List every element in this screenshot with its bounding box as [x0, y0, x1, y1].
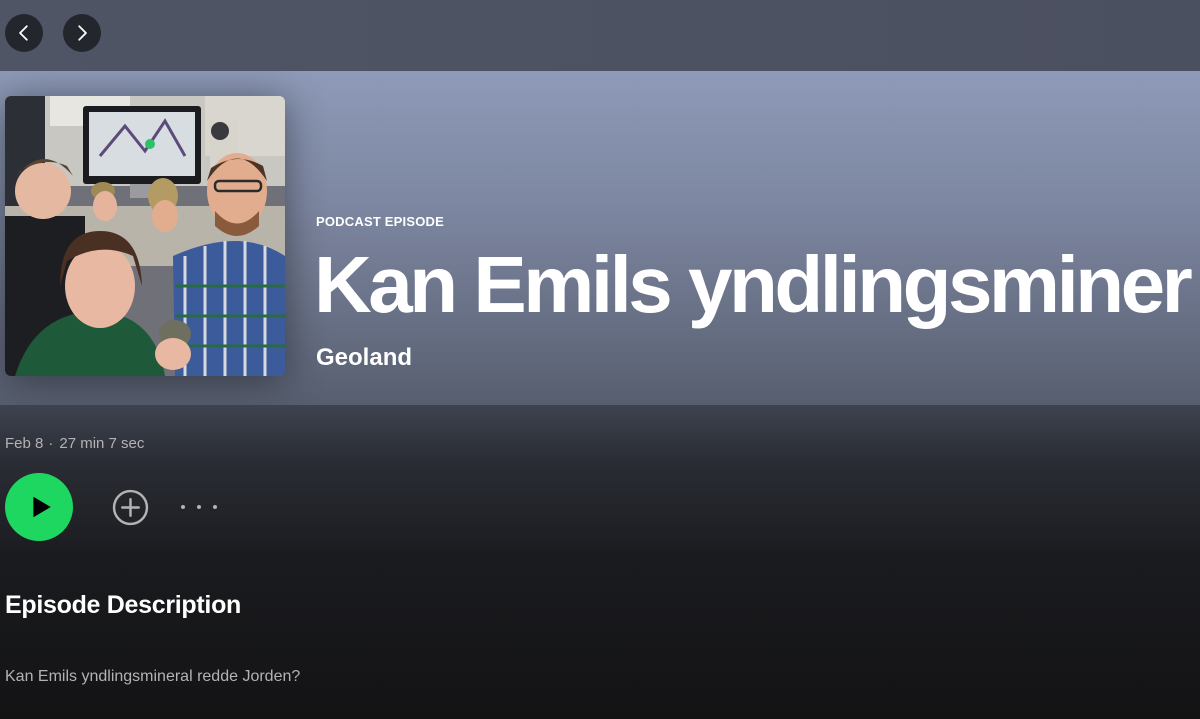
episode-page: PODCAST EPISODE Kan Emils yndlingsminer … [0, 0, 1200, 719]
episode-description-heading: Episode Description [5, 591, 242, 619]
add-circle-icon [112, 489, 149, 526]
show-name-link[interactable]: Geoland [316, 344, 412, 372]
more-options-icon-dot [213, 505, 217, 509]
episode-duration: 27 min 7 sec [59, 435, 145, 452]
chevron-left-icon [19, 25, 28, 41]
episode-type-label: PODCAST EPISODE [316, 214, 444, 229]
play-button[interactable] [5, 473, 73, 541]
episode-cover-image [5, 96, 285, 376]
cover-photo [5, 96, 285, 376]
back-button[interactable] [5, 14, 43, 52]
episode-meta: Feb 8 · 27 min 7 sec [5, 435, 144, 452]
top-bar [0, 0, 1200, 71]
episode-title: Kan Emils yndlingsminer [314, 240, 1193, 329]
play-icon [32, 496, 51, 518]
forward-button[interactable] [63, 14, 101, 52]
more-options-button[interactable] [181, 496, 217, 518]
chevron-right-icon [78, 25, 87, 41]
more-options-icon-dot [197, 505, 201, 509]
episode-date: Feb 8 [5, 435, 44, 452]
meta-separator: · [48, 435, 54, 452]
more-options-icon [181, 505, 185, 509]
episode-header: PODCAST EPISODE Kan Emils yndlingsminer … [0, 71, 1200, 405]
add-to-library-button[interactable] [112, 489, 149, 526]
episode-description-text: Kan Emils yndlingsmineral redde Jorden? [5, 668, 301, 685]
